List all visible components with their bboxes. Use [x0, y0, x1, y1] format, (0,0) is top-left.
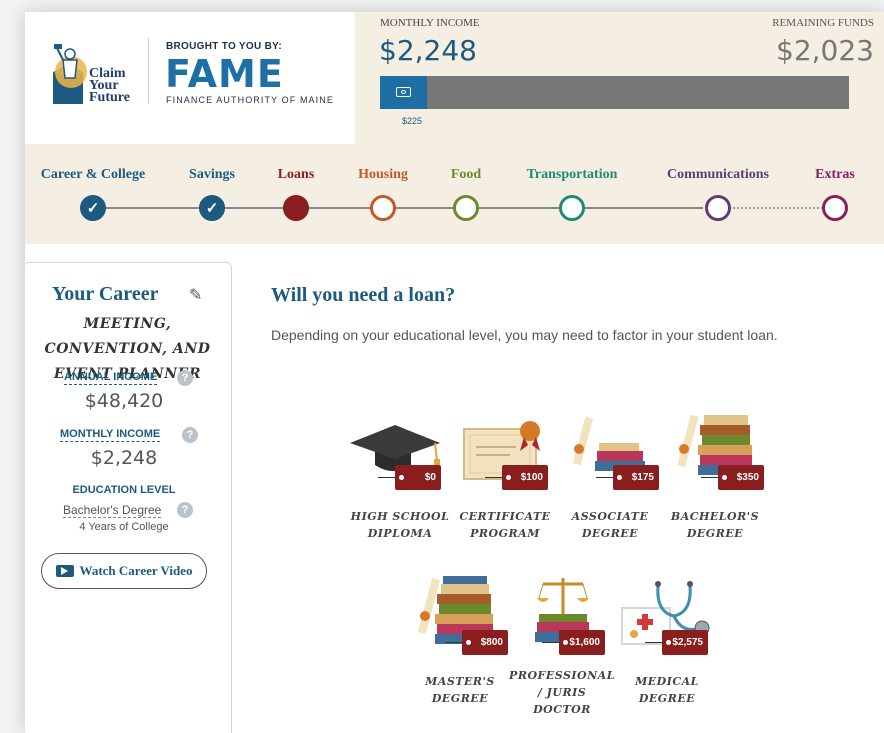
step-node-transportation[interactable] [559, 195, 585, 221]
page: Claim Your Future BROUGHT TO YOU BY: FAM… [25, 12, 884, 733]
loan-option-professional[interactable]: $1,600 Professional / Juris Doctor [507, 572, 617, 718]
option-art: $0 [345, 407, 455, 492]
checkmark-icon: ✓ [205, 200, 219, 217]
step-label-extras[interactable]: Extras [815, 167, 855, 183]
price-tag: $1,600 [542, 630, 605, 655]
loan-option-certificate[interactable]: $100 Certificate Program [450, 407, 560, 542]
monthly-income-value: $2,248 [90, 447, 158, 469]
option-label: Certificate Program [459, 510, 551, 540]
header: Claim Your Future BROUGHT TO YOU BY: FAM… [25, 12, 884, 144]
step-label-career-college[interactable]: Career & College [41, 167, 145, 183]
remaining-funds-value: $2,023 [776, 34, 874, 67]
progress-steps: Career & College Savings Loans Housing F… [25, 144, 884, 244]
step-label-loans[interactable]: Loans [278, 167, 315, 183]
option-art: $175 [555, 407, 665, 492]
option-label: High School Diploma [350, 510, 450, 540]
price-tag: $2,575 [645, 630, 708, 655]
budget-spent-amount: $225 [402, 116, 423, 126]
career-title: Your Career [52, 283, 159, 305]
option-art: $800 [405, 572, 515, 657]
help-icon[interactable]: ? [177, 370, 193, 386]
loan-option-bachelors[interactable]: $350 Bachelor's Degree [660, 407, 770, 542]
fame-subtitle: FINANCE AUTHORITY OF MAINE [166, 95, 334, 105]
money-icon [396, 87, 411, 97]
education-level-label: EDUCATION LEVEL [72, 484, 176, 496]
education-years: 4 Years of College [79, 521, 169, 533]
step-connector [93, 207, 703, 209]
monthly-income-label[interactable]: MONTHLY INCOME [60, 428, 161, 442]
help-icon[interactable]: ? [182, 427, 198, 443]
loan-option-medical[interactable]: $2,575 Medical Degree [612, 572, 722, 707]
option-label: Bachelor's Degree [670, 510, 760, 540]
fame-logo[interactable]: FAME [165, 54, 284, 94]
funds-panel: MONTHLY INCOME $2,248 REMAINING FUNDS $2… [355, 12, 884, 144]
page-title: Will you need a loan? [271, 284, 456, 306]
loan-option-masters[interactable]: $800 Master's Degree [405, 572, 515, 707]
monthly-income-label: MONTHLY INCOME [380, 17, 480, 29]
option-label: Associate Degree [571, 510, 649, 540]
brought-by-label: BROUGHT TO YOU BY: [166, 41, 282, 52]
education-level-value[interactable]: Bachelor's Degree [63, 503, 162, 518]
budget-bar[interactable] [380, 76, 849, 109]
price-tag: $175 [596, 465, 659, 490]
budget-bar-fill [380, 76, 427, 109]
option-art: $1,600 [507, 572, 617, 657]
step-node-savings[interactable]: ✓ [199, 195, 225, 221]
step-node-career-college[interactable]: ✓ [80, 195, 106, 221]
page-description: Depending on your educational level, you… [271, 327, 778, 343]
claim-logo-text: Claim Your Future [89, 66, 130, 105]
step-node-housing[interactable] [370, 195, 396, 221]
option-art: $2,575 [612, 572, 722, 657]
step-label-communications[interactable]: Communications [667, 167, 769, 183]
logo-divider [148, 38, 149, 104]
monthly-income-value: $2,248 [379, 34, 477, 67]
option-label: Master's Degree [425, 675, 495, 705]
annual-income-value: $48,420 [84, 390, 164, 412]
career-sidebar: Your Career ✎ Meeting, Convention, and E… [25, 262, 232, 733]
watch-career-video-label: Watch Career Video [79, 563, 193, 578]
option-art: $100 [450, 407, 560, 492]
option-art: $350 [660, 407, 770, 492]
loan-option-high-school[interactable]: $0 High School Diploma [345, 407, 455, 542]
step-label-savings[interactable]: Savings [189, 167, 235, 183]
loan-option-associate[interactable]: $175 Associate Degree [555, 407, 665, 542]
step-connector-dotted [725, 207, 835, 209]
step-label-food[interactable]: Food [451, 167, 481, 183]
price-tag: $800 [445, 630, 508, 655]
price-tag: $350 [701, 465, 764, 490]
step-label-transportation[interactable]: Transportation [527, 167, 618, 183]
step-node-food[interactable] [453, 195, 479, 221]
annual-income-label[interactable]: ANNUAL INCOME [64, 371, 158, 385]
price-tag: $100 [485, 465, 548, 490]
step-node-communications[interactable] [705, 195, 731, 221]
pencil-icon[interactable]: ✎ [189, 285, 202, 305]
remaining-funds-label: REMAINING FUNDS [772, 17, 874, 29]
step-node-loans[interactable] [283, 195, 309, 221]
logo-area: Claim Your Future BROUGHT TO YOU BY: FAM… [25, 12, 355, 144]
option-label: Professional / Juris Doctor [509, 669, 615, 716]
help-icon[interactable]: ? [177, 502, 193, 518]
watch-career-video-button[interactable]: Watch Career Video [41, 553, 207, 589]
video-camera-icon [55, 565, 74, 577]
price-tag: $0 [378, 465, 441, 490]
step-node-extras[interactable] [822, 195, 848, 221]
option-label: Medical Degree [635, 675, 699, 705]
checkmark-icon: ✓ [86, 200, 100, 217]
step-label-housing[interactable]: Housing [358, 167, 408, 183]
